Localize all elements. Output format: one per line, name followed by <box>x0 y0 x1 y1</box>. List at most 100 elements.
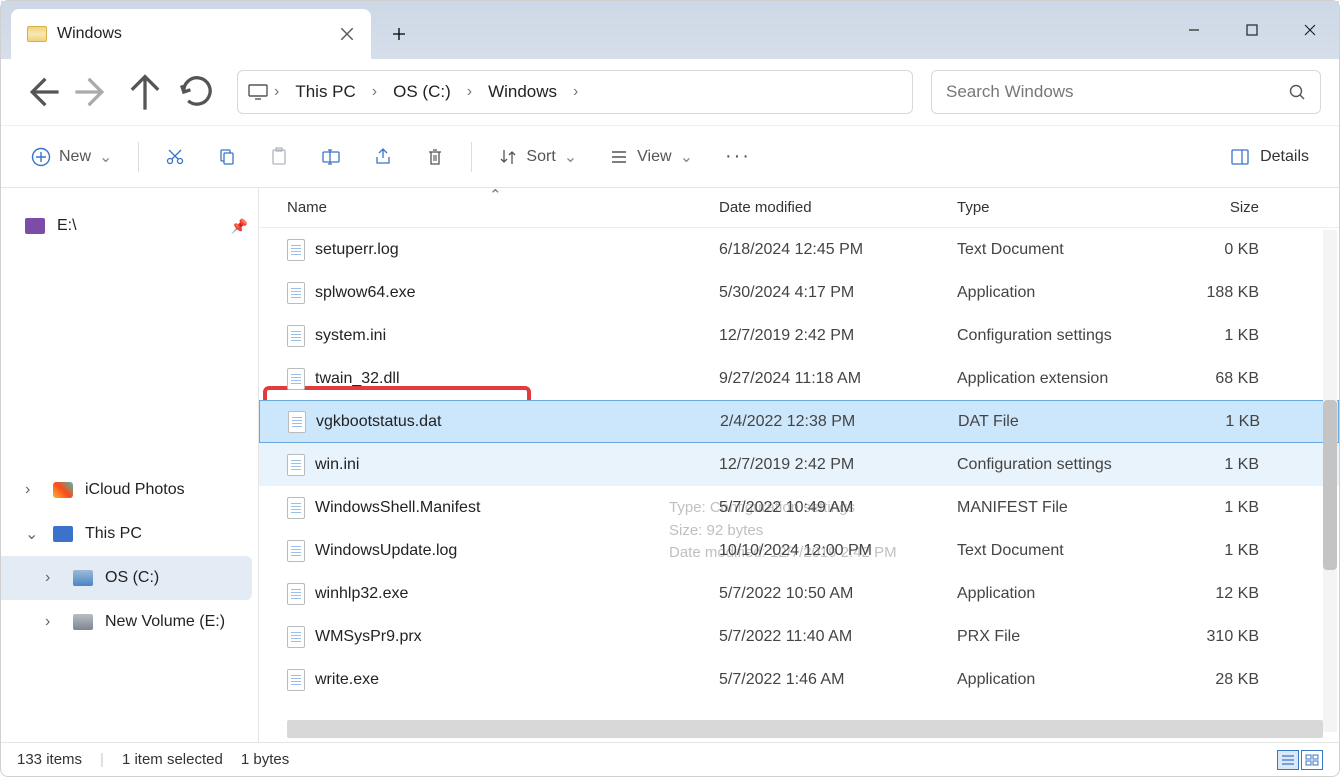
share-button[interactable] <box>361 137 405 177</box>
file-icon <box>288 411 306 433</box>
file-row[interactable]: setuperr.log6/18/2024 12:45 PMText Docum… <box>259 228 1339 271</box>
monitor-icon <box>53 526 73 542</box>
separator <box>138 142 139 172</box>
file-name: WMSysPr9.prx <box>315 628 422 646</box>
up-button[interactable] <box>123 70 167 114</box>
list-icon <box>1281 754 1295 766</box>
file-row[interactable]: win.ini12/7/2019 2:42 PMConfiguration se… <box>259 443 1339 486</box>
copy-button[interactable] <box>205 137 249 177</box>
chevron-right-icon[interactable]: › <box>465 83 474 101</box>
file-row[interactable]: WindowsUpdate.log10/10/2024 12:00 PMText… <box>259 529 1339 572</box>
back-arrow-icon <box>19 70 63 114</box>
chevron-right-icon[interactable]: › <box>370 83 379 101</box>
rename-button[interactable] <box>309 137 353 177</box>
file-name: WindowsShell.Manifest <box>315 499 480 517</box>
chevron-down-icon: ⌄ <box>564 147 577 167</box>
file-type: PRX File <box>957 628 1157 646</box>
breadcrumb-drive[interactable]: OS (C:) <box>383 78 461 106</box>
new-tab-button[interactable] <box>383 9 415 59</box>
file-row[interactable]: system.ini12/7/2019 2:42 PMConfiguration… <box>259 314 1339 357</box>
file-type: Application <box>957 585 1157 603</box>
file-type: Text Document <box>957 241 1157 259</box>
file-row[interactable]: WMSysPr9.prx5/7/2022 11:40 AMPRX File310… <box>259 615 1339 658</box>
horizontal-scrollbar[interactable] <box>287 720 1323 738</box>
maximize-button[interactable] <box>1223 1 1281 59</box>
view-button[interactable]: View⌄ <box>597 137 705 177</box>
details-pane-button[interactable]: Details <box>1218 137 1321 177</box>
close-tab-button[interactable] <box>339 26 355 42</box>
new-button[interactable]: New ⌄ <box>19 137 124 177</box>
trash-icon <box>425 147 445 167</box>
column-headers: ⌃ Name Date modified Type Size <box>259 188 1339 228</box>
file-size: 68 KB <box>1157 370 1277 388</box>
chevron-down-icon: ⌄ <box>680 147 693 167</box>
file-size: 1 KB <box>1157 499 1277 517</box>
chevron-right-icon[interactable]: › <box>571 83 580 101</box>
minimize-button[interactable] <box>1165 1 1223 59</box>
sidebar-item-icloud[interactable]: › iCloud Photos <box>1 468 258 512</box>
pin-icon[interactable]: 📌 <box>231 218 248 235</box>
copy-icon <box>217 147 237 167</box>
plus-circle-icon <box>31 147 51 167</box>
sidebar-item-e-drive[interactable]: E:\ 📌 <box>1 204 258 248</box>
breadcrumb[interactable]: › This PC › OS (C:) › Windows › <box>237 70 913 114</box>
forward-button[interactable] <box>71 70 115 114</box>
back-button[interactable] <box>19 70 63 114</box>
vertical-scrollbar[interactable] <box>1323 230 1337 732</box>
file-row[interactable]: WindowsShell.Manifest5/7/2022 10:49 AMMA… <box>259 486 1339 529</box>
file-name: winhlp32.exe <box>315 585 408 603</box>
monitor-icon <box>248 84 268 100</box>
column-header-size[interactable]: Size <box>1157 199 1277 216</box>
sidebar-item-this-pc[interactable]: ⌄ This PC <box>1 512 258 556</box>
cut-button[interactable] <box>153 137 197 177</box>
chevron-right-icon[interactable]: › <box>45 613 61 631</box>
file-icon <box>287 325 305 347</box>
chevron-right-icon[interactable]: › <box>272 83 281 101</box>
paste-button[interactable] <box>257 137 301 177</box>
column-header-type[interactable]: Type <box>957 199 1157 216</box>
details-view-button[interactable] <box>1277 750 1299 770</box>
chevron-down-icon[interactable]: ⌄ <box>25 524 41 544</box>
sort-button[interactable]: Sort⌄ <box>486 137 589 177</box>
details-pane-icon <box>1230 147 1250 167</box>
breadcrumb-folder[interactable]: Windows <box>478 78 567 106</box>
file-type: MANIFEST File <box>957 499 1157 517</box>
up-arrow-icon <box>123 70 167 114</box>
active-tab[interactable]: Windows <box>11 9 371 59</box>
refresh-button[interactable] <box>175 70 219 114</box>
sidebar-item-os-c[interactable]: › OS (C:) <box>1 556 252 600</box>
file-row[interactable]: twain_32.dll9/27/2024 11:18 AMApplicatio… <box>259 357 1339 400</box>
file-icon <box>287 497 305 519</box>
search-icon <box>1288 83 1306 101</box>
sidebar-item-new-volume[interactable]: › New Volume (E:) <box>1 600 258 644</box>
delete-button[interactable] <box>413 137 457 177</box>
file-date: 2/4/2022 12:38 PM <box>720 413 958 431</box>
close-window-button[interactable] <box>1281 1 1339 59</box>
column-header-name[interactable]: Name <box>287 199 719 216</box>
file-size: 1 KB <box>1157 327 1277 345</box>
close-icon <box>1303 23 1317 37</box>
thumbnails-view-button[interactable] <box>1301 750 1323 770</box>
file-row[interactable]: winhlp32.exe5/7/2022 10:50 AMApplication… <box>259 572 1339 615</box>
file-rows: Type: Configuration settings Size: 92 by… <box>259 228 1339 720</box>
more-button[interactable]: ··· <box>713 137 763 177</box>
file-icon <box>287 626 305 648</box>
file-type: Application <box>957 671 1157 689</box>
chevron-right-icon[interactable]: › <box>25 481 41 499</box>
file-row[interactable]: write.exe5/7/2022 1:46 AMApplication28 K… <box>259 658 1339 701</box>
file-type: Application <box>957 284 1157 302</box>
file-row[interactable]: vgkbootstatus.dat2/4/2022 12:38 PMDAT Fi… <box>259 400 1339 443</box>
column-header-date[interactable]: Date modified <box>719 199 957 216</box>
search-input[interactable]: Search Windows <box>931 70 1321 114</box>
view-mode-switcher <box>1277 750 1323 770</box>
rename-icon <box>321 147 341 167</box>
file-date: 5/7/2022 11:40 AM <box>719 628 957 646</box>
breadcrumb-this-pc[interactable]: This PC <box>285 78 365 106</box>
scrollbar-thumb[interactable] <box>1323 400 1337 570</box>
file-row[interactable]: splwow64.exe5/30/2024 4:17 PMApplication… <box>259 271 1339 314</box>
status-selection: 1 item selected <box>122 751 223 768</box>
file-name: WindowsUpdate.log <box>315 542 457 560</box>
chevron-right-icon[interactable]: › <box>45 569 61 587</box>
file-name: system.ini <box>315 327 386 345</box>
status-size: 1 bytes <box>241 751 289 768</box>
